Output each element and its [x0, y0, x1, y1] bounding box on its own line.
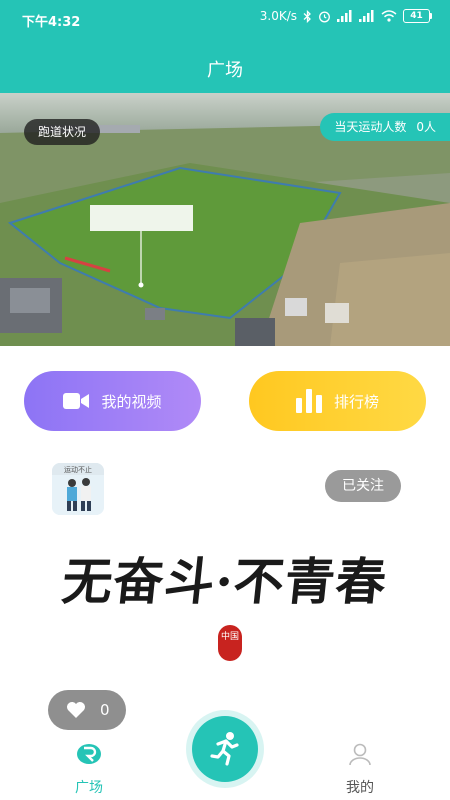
- video-camera-icon: [63, 393, 90, 409]
- battery-icon: 41: [403, 9, 432, 23]
- user-icon: [349, 743, 371, 766]
- heart-icon: [67, 702, 85, 718]
- active-count-pill: 当天运动人数 0人: [320, 113, 450, 141]
- my-video-button[interactable]: 我的视频: [24, 371, 201, 431]
- active-count-label: 当天运动人数: [334, 120, 407, 134]
- running-person-icon: [210, 732, 239, 766]
- page-title: 广场: [207, 60, 243, 81]
- my-video-label: 我的视频: [101, 392, 162, 411]
- start-run-button[interactable]: [192, 716, 258, 782]
- leaderboard-button[interactable]: 排行榜: [249, 371, 426, 431]
- network-speed: 3.0K/s: [259, 9, 297, 23]
- avatar-caption: 运动不止: [64, 466, 92, 474]
- alarm-icon: [319, 11, 330, 22]
- follow-button[interactable]: 已关注: [325, 470, 401, 502]
- track-status-pill[interactable]: 跑道状况: [24, 119, 101, 145]
- red-seal: 中国: [218, 625, 242, 661]
- nav-plaza-label: 广场: [75, 780, 103, 796]
- nav-plaza[interactable]: 广场: [44, 742, 134, 800]
- plaza-icon: [77, 744, 101, 764]
- wifi-icon: [381, 10, 397, 22]
- bar-chart-icon: [295, 389, 322, 413]
- nav-mine-label: 我的: [346, 780, 374, 796]
- leaderboard-label: 排行榜: [333, 392, 379, 411]
- signal-icon: [337, 10, 352, 22]
- hd-signal-icon: [359, 10, 374, 22]
- post-image[interactable]: 无奋斗·不青春 中国: [50, 520, 400, 680]
- status-bar: 下午4:32 3.0K/s 41: [0, 0, 450, 36]
- active-count-value: 0人: [416, 120, 436, 134]
- bluetooth-icon: [303, 9, 311, 23]
- like-count: 0: [100, 701, 110, 719]
- battery-level: 41: [403, 9, 430, 23]
- track-aerial-image[interactable]: 跑道状况 当天运动人数 0人: [0, 93, 450, 346]
- like-button[interactable]: 0: [48, 690, 126, 730]
- avatar[interactable]: 运动不止: [52, 463, 104, 515]
- status-time: 下午4:32: [22, 15, 81, 30]
- calligraphy-text: 无奋斗·不青春: [59, 552, 390, 611]
- top-bar: 下午4:32 3.0K/s 41 广场: [0, 0, 450, 93]
- nav-mine[interactable]: 我的: [315, 742, 405, 800]
- status-icons: 3.0K/s 41: [260, 9, 432, 23]
